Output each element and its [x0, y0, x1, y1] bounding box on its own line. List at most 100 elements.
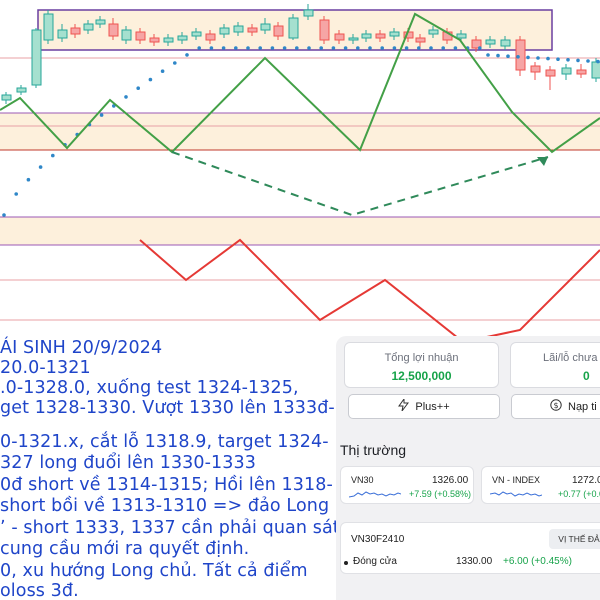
svg-text:$: $: [553, 401, 558, 410]
sar-dot: [496, 53, 500, 58]
candle-body: [530, 65, 541, 73]
note-line: get 1328-1330. Vượt 1330 lên 1333đ-: [0, 398, 335, 418]
sar-dot: [417, 46, 421, 50]
candle-body: [163, 37, 174, 43]
candle-body: [273, 25, 284, 37]
candle-body: [389, 31, 400, 37]
lightning-icon: [398, 397, 410, 414]
account-panel: Tổng lợi nhuận 12,500,000 Lãi/lỗ chưa 0 …: [336, 336, 600, 600]
sar-dot: [136, 86, 140, 90]
candle-body: [149, 37, 160, 43]
candle-body: [233, 25, 244, 33]
sar-dot: [270, 46, 275, 50]
candle-body: [177, 35, 188, 41]
candle-body: [247, 27, 258, 33]
candle-body: [83, 23, 94, 31]
market-card-change: +0.77 (+0.06%: [558, 489, 600, 499]
candle-body: [415, 37, 426, 43]
sar-dot: [282, 46, 287, 50]
sar-dot: [26, 177, 31, 182]
support-zone: [0, 113, 600, 150]
note-line: 20.0-1321: [0, 358, 91, 378]
deposit-button-label: Nạp ti: [568, 400, 597, 413]
candle-body: [428, 29, 439, 35]
sar-dot: [173, 61, 177, 65]
candle-body: [191, 31, 202, 37]
sar-dot: [99, 113, 104, 117]
sar-dot: [392, 46, 397, 50]
unrealized-pnl-value: 0: [583, 369, 590, 383]
position-button[interactable]: VỊ THẾ ĐẢ: [549, 529, 600, 549]
sar-dot: [546, 56, 550, 61]
price-chart[interactable]: [0, 0, 600, 340]
projection-dashed-line: [171, 151, 549, 217]
sar-dot: [586, 59, 590, 63]
close-price-value: 1330.00: [456, 556, 493, 567]
unrealized-pnl-card: Lãi/lỗ chưa 0: [510, 342, 600, 388]
note-line: ÁI SINH 20/9/2024: [0, 338, 163, 358]
candle-body: [303, 9, 314, 17]
candle-body: [561, 67, 572, 75]
sar-dot: [319, 46, 324, 50]
candle-body: [591, 61, 600, 79]
sar-dot: [14, 192, 18, 196]
bullet-icon: [344, 561, 348, 565]
sar-dot: [429, 46, 433, 50]
sar-dot: [221, 46, 226, 50]
total-profit-value: 12,500,000: [391, 369, 452, 383]
candle-body: [485, 39, 496, 45]
sar-dot: [478, 46, 482, 50]
sar-dot: [331, 46, 336, 50]
sar-dot: [209, 46, 214, 50]
candle-body: [1, 94, 12, 101]
candle-body: [121, 29, 132, 41]
market-card-vn30[interactable]: VN30 1326.00 +7.59 (+0.58%): [340, 466, 474, 504]
close-price-row: Đóng cửa 1330.00 +6.00 (+0.45%): [340, 551, 600, 575]
sar-dot: [380, 46, 385, 50]
trading-note: ÁI SINH 20/9/2024 20.0-1321.0-1328.0, xuố…: [0, 335, 340, 600]
dollar-coin-icon: $: [550, 399, 562, 414]
market-card-vnindex[interactable]: VN - INDEX 1272.0 +0.77 (+0.06%: [481, 466, 600, 504]
contract-name: VN30F2410: [351, 534, 405, 545]
sar-dot: [441, 46, 446, 50]
candle-body: [43, 13, 54, 41]
sar-dot: [124, 95, 128, 99]
sar-dot: [596, 59, 600, 64]
sar-dot: [246, 46, 250, 50]
candle-body: [500, 39, 511, 47]
candle-body: [288, 17, 299, 39]
candle-body: [95, 19, 106, 25]
sar-dot: [160, 69, 165, 73]
sar-dot: [516, 55, 520, 59]
candle-body: [219, 27, 230, 35]
chart-canvas[interactable]: [0, 0, 600, 340]
sar-dot: [197, 46, 201, 50]
note-line: 0, xu hướng Long chủ. Tất cả điểm: [0, 561, 308, 581]
note-line: oloss 3đ.: [0, 581, 79, 600]
candle-body: [515, 39, 526, 71]
deposit-button[interactable]: $ Nạp ti: [511, 394, 600, 419]
plus-button[interactable]: Plus++: [348, 394, 500, 419]
candle-body: [348, 37, 359, 41]
sparkline-vn30: [349, 491, 401, 498]
sar-dot: [404, 46, 409, 50]
sparkline-vnindex: [490, 491, 542, 497]
candle-body: [31, 29, 42, 86]
sar-dot: [258, 46, 263, 50]
note-line: 0đ short về 1314-1315; Hồi lên 1318-: [0, 475, 333, 495]
candle-body: [375, 33, 386, 39]
note-line: cung cầu mới ra quyết định.: [0, 539, 250, 559]
note-line: short bồi về 1313-1310 => đảo Long: [0, 496, 330, 516]
sar-dot: [185, 53, 189, 57]
sar-dot: [51, 153, 55, 158]
candle-body: [319, 19, 330, 41]
note-line: 0-1321.x, cắt lỗ 1318.9, target 1324-: [0, 432, 329, 452]
candle-body: [456, 33, 467, 39]
candle-body: [57, 29, 68, 39]
market-card-change: +7.59 (+0.58%): [409, 489, 472, 499]
sar-dot: [356, 46, 360, 50]
market-card-value: 1326.00: [432, 475, 469, 486]
sar-dot: [343, 46, 348, 50]
note-line: 327 long đuổi lên 1330-1333: [0, 453, 256, 473]
support-zone: [0, 217, 600, 245]
